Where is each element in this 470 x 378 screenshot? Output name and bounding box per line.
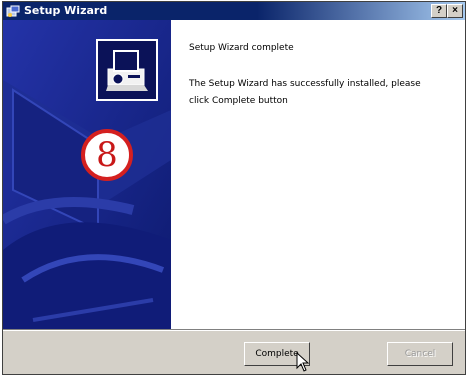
completion-message-line1: The Setup Wizard has successfully instal… <box>189 79 421 89</box>
close-icon: × <box>452 5 458 16</box>
cancel-button[interactable]: Cancel <box>387 342 453 366</box>
step-number-badge: 8 <box>81 129 133 181</box>
step-number: 8 <box>96 135 118 175</box>
help-button[interactable]: ? <box>431 4 447 18</box>
install-computer-icon <box>106 50 148 91</box>
mouse-pointer-icon <box>296 352 310 372</box>
wizard-content: Setup Wizard complete The Setup Wizard h… <box>171 20 465 329</box>
window-title: Setup Wizard <box>24 4 108 17</box>
footer-divider <box>3 329 465 331</box>
help-icon: ? <box>435 5 443 16</box>
completion-message-line2: click Complete button <box>189 96 288 106</box>
setup-wizard-window: Setup Wizard ? × 8 Setup Wizard complete… <box>2 1 466 375</box>
setup-app-icon <box>6 5 20 17</box>
close-button[interactable]: × <box>447 4 463 18</box>
setup-logo <box>96 39 158 101</box>
completion-heading: Setup Wizard complete <box>189 43 294 53</box>
title-bar[interactable]: Setup Wizard ? × <box>3 2 465 20</box>
